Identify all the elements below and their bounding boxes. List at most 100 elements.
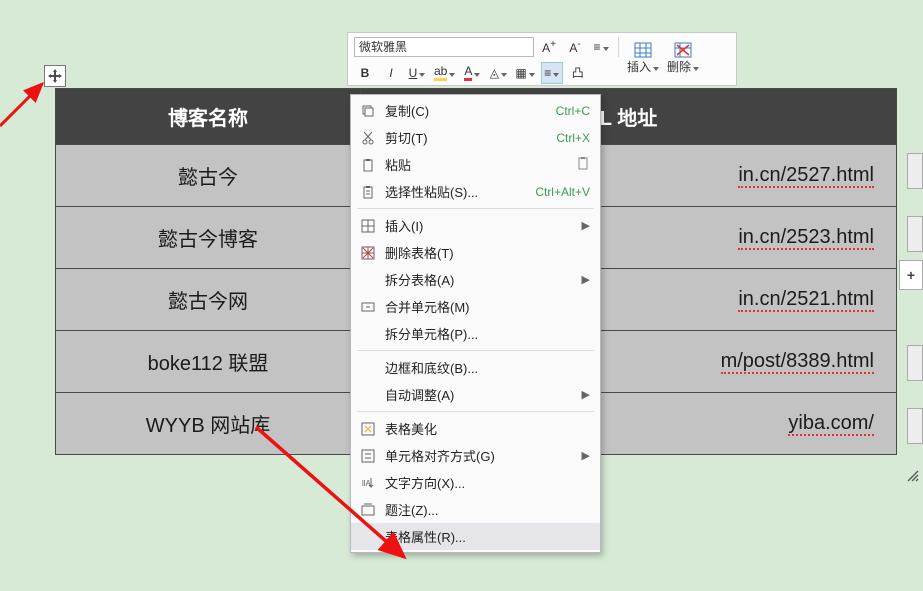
toolbar-row-top: 微软雅黑 A+ A- ≡ 插入 删除: [348, 33, 736, 60]
merge-center-button[interactable]: 凸: [567, 62, 589, 84]
menu-label: 拆分表格(A): [385, 270, 572, 289]
url-text: in.cn/2521.html: [738, 288, 874, 312]
align-button[interactable]: ≡: [541, 62, 563, 84]
floating-toolbar: 微软雅黑 A+ A- ≡ 插入 删除 B I U ab A ◬ ▦ ≡ 凸: [347, 32, 737, 86]
blank-icon: [359, 325, 377, 343]
menu-merge-cells[interactable]: 合并单元格(M): [351, 293, 600, 320]
decrease-font-button[interactable]: A-: [564, 36, 586, 58]
menu-label: 插入(I): [385, 216, 572, 235]
italic-button[interactable]: I: [380, 62, 402, 84]
blank-icon: [359, 359, 377, 377]
menu-label: 选择性粘贴(S)...: [385, 182, 527, 201]
bold-button[interactable]: B: [354, 62, 376, 84]
font-family-select[interactable]: 微软雅黑: [354, 37, 534, 57]
row-handle[interactable]: [907, 345, 923, 381]
menu-label: 合并单元格(M): [385, 297, 590, 316]
url-text: in.cn/2527.html: [738, 164, 874, 188]
table-insert-icon: [634, 42, 652, 58]
delete-label: 删除: [667, 58, 699, 75]
resize-icon: [906, 469, 920, 483]
delete-table-button[interactable]: 删除: [665, 39, 701, 79]
underline-button[interactable]: U: [406, 62, 428, 84]
blank-icon: [359, 386, 377, 404]
paste-special-icon: [359, 183, 377, 201]
menu-paste[interactable]: 粘贴: [351, 151, 600, 178]
highlight-button[interactable]: ab: [432, 62, 457, 84]
insert-table-button[interactable]: 插入: [625, 39, 661, 79]
cell-name[interactable]: 懿古今: [56, 145, 361, 207]
separator: [618, 37, 619, 57]
menu-shortcut: Ctrl+C: [556, 104, 590, 118]
italic-icon: I: [389, 66, 392, 80]
blank-icon: [359, 271, 377, 289]
font-color-icon: A: [464, 64, 472, 81]
chevron-down-icon: [527, 66, 535, 80]
font-color-button[interactable]: A: [461, 62, 483, 84]
move-icon: [48, 69, 62, 83]
add-row-button[interactable]: +: [899, 260, 923, 290]
underline-icon: U: [409, 66, 418, 80]
align-icon: ≡: [544, 66, 551, 80]
menu-split-table[interactable]: 拆分表格(A) ▶: [351, 266, 600, 293]
borders-button[interactable]: ▦: [513, 62, 536, 84]
table-delete-icon: [674, 42, 692, 58]
chevron-down-icon: [691, 60, 699, 74]
chevron-right-icon: ▶: [580, 219, 590, 232]
row-handle[interactable]: [907, 153, 923, 189]
annotation-arrow-1: [0, 78, 50, 128]
menu-separator: [357, 208, 594, 209]
shading-button[interactable]: ◬: [487, 62, 509, 84]
menu-label: 边框和底纹(B)...: [385, 358, 590, 377]
chevron-right-icon: ▶: [580, 449, 590, 462]
menu-separator: [357, 350, 594, 351]
cell-name[interactable]: 懿古今博客: [56, 207, 361, 269]
url-text: in.cn/2523.html: [738, 226, 874, 250]
merge-icon: [359, 298, 377, 316]
chevron-down-icon: [447, 66, 455, 80]
menu-label: 题注(Z)...: [385, 500, 590, 519]
menu-shortcut: Ctrl+X: [556, 131, 590, 145]
menu-split-cells[interactable]: 拆分单元格(P)...: [351, 320, 600, 347]
menu-insert[interactable]: 插入(I) ▶: [351, 212, 600, 239]
menu-label: 拆分单元格(P)...: [385, 324, 590, 343]
bold-icon: B: [361, 66, 370, 80]
menu-shortcut: Ctrl+Alt+V: [535, 185, 590, 199]
menu-borders-shading[interactable]: 边框和底纹(B)...: [351, 354, 600, 381]
font-decrease-icon: A-: [569, 39, 580, 55]
merge-icon: 凸: [572, 64, 584, 81]
menu-cut[interactable]: 剪切(T) Ctrl+X: [351, 124, 600, 151]
cell-name[interactable]: 懿古今网: [56, 269, 361, 331]
menu-label: 单元格对齐方式(G): [385, 446, 572, 465]
copy-icon: [359, 102, 377, 120]
menu-delete-table[interactable]: 删除表格(T): [351, 239, 600, 266]
chevron-down-icon: [551, 66, 559, 80]
line-spacing-button[interactable]: ≡: [590, 36, 612, 58]
highlight-icon: ab: [434, 64, 447, 81]
row-handle[interactable]: [907, 216, 923, 252]
menu-paste-special[interactable]: 选择性粘贴(S)... Ctrl+Alt+V: [351, 178, 600, 205]
increase-font-button[interactable]: A+: [538, 36, 560, 58]
table-resize-handle[interactable]: [906, 469, 920, 483]
cell-name[interactable]: boke112 联盟: [56, 331, 361, 393]
menu-auto-fit[interactable]: 自动调整(A) ▶: [351, 381, 600, 408]
plus-icon: +: [907, 267, 915, 283]
font-increase-icon: A+: [542, 39, 556, 55]
bucket-icon: ◬: [490, 66, 499, 80]
menu-copy[interactable]: 复制(C) Ctrl+C: [351, 97, 600, 124]
chevron-right-icon: ▶: [580, 273, 590, 286]
chevron-down-icon: [499, 66, 507, 80]
menu-label: 删除表格(T): [385, 243, 590, 262]
insert-label: 插入: [627, 58, 659, 75]
url-text: m/post/8389.html: [721, 350, 874, 374]
chevron-down-icon: [417, 66, 425, 80]
paste-icon: [359, 156, 377, 174]
chevron-down-icon: [601, 40, 609, 54]
clipboard-icon: [577, 157, 590, 173]
menu-label: 表格美化: [385, 419, 590, 438]
grid-icon: [359, 217, 377, 235]
row-handle[interactable]: [907, 408, 923, 444]
chevron-right-icon: ▶: [580, 388, 590, 401]
grid-delete-icon: [359, 244, 377, 262]
line-spacing-icon: ≡: [593, 40, 600, 54]
menu-label: 自动调整(A): [385, 385, 572, 404]
